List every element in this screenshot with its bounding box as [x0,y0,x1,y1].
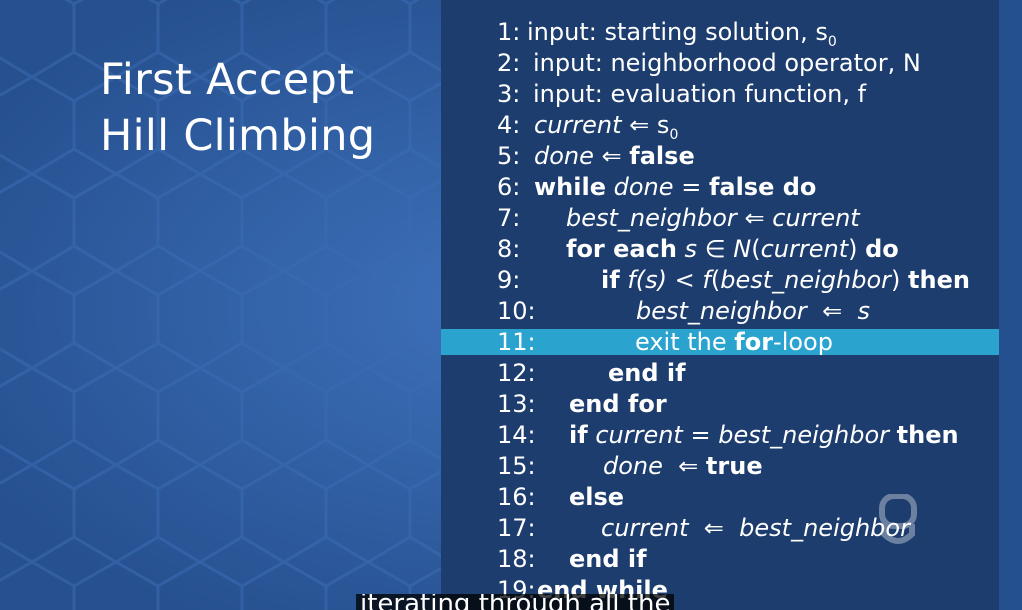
panel-edge [999,0,1022,610]
title-line-2: Hill Climbing [100,111,376,161]
slide-title: First Accept Hill Climbing [100,52,375,164]
title-line-1: First Accept [100,55,355,105]
ou-logo-icon [879,494,917,544]
video-caption: iterating through all the [356,594,675,610]
